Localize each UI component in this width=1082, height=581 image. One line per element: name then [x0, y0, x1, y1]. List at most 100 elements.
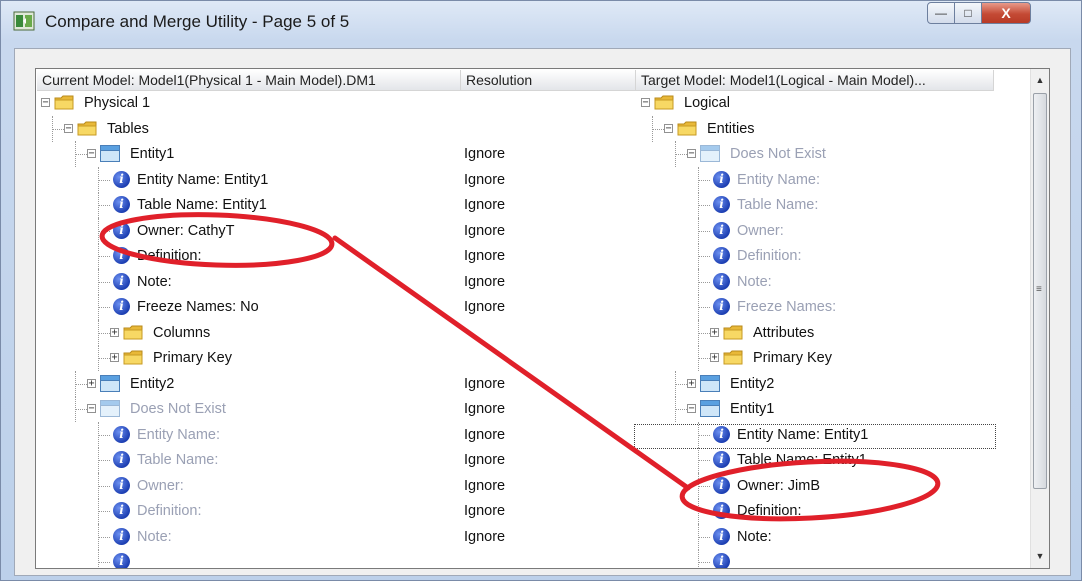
- tree-connector: [698, 447, 699, 473]
- right-tree-row[interactable]: + Entity2: [36, 370, 996, 397]
- right-tree-row[interactable]: + Attributes: [36, 319, 996, 346]
- folder-icon: [723, 350, 743, 365]
- tree-connector: [698, 256, 710, 257]
- right-tree-label: Note:: [737, 528, 772, 545]
- right-tree-row[interactable]: i Freeze Names:: [36, 294, 996, 320]
- right-tree-label: Table Name:: [737, 197, 819, 213]
- close-button[interactable]: X: [981, 2, 1031, 24]
- tree-connector: [698, 332, 710, 334]
- scroll-down-icon[interactable]: ▼: [1031, 547, 1049, 565]
- tree-connector: [675, 409, 687, 410]
- tree-connector: [698, 472, 699, 499]
- right-tree-label: Logical: [684, 95, 730, 111]
- scroll-up-icon[interactable]: ▲: [1031, 71, 1049, 89]
- scroll-grip-icon: ≡: [1036, 284, 1042, 295]
- expand-icon[interactable]: +: [710, 327, 719, 337]
- tree-connector: [698, 281, 710, 283]
- tree-connector: [698, 358, 710, 359]
- collapse-icon[interactable]: −: [641, 98, 650, 108]
- tree-connector: [698, 485, 710, 487]
- tree-connector: [698, 549, 699, 568]
- right-tree-row[interactable]: i: [36, 549, 996, 568]
- info-icon: i: [713, 553, 730, 568]
- tree-connector: [698, 205, 710, 206]
- right-tree-row[interactable]: + Primary Key: [36, 345, 996, 371]
- right-tree-row[interactable]: i Owner: JimB: [36, 472, 996, 499]
- folder-icon: [677, 121, 697, 136]
- right-tree-row[interactable]: − Entities: [36, 115, 996, 142]
- column-header-resolution[interactable]: Resolution: [461, 70, 636, 91]
- tree-connector: [675, 383, 687, 385]
- right-tree-row[interactable]: i Table Name:: [36, 192, 996, 218]
- right-tree-label: Entity1: [730, 401, 775, 417]
- right-tree-label: Does Not Exist: [730, 146, 826, 162]
- right-tree-row[interactable]: − Logical: [36, 90, 996, 116]
- right-tree-label: Definition:: [737, 503, 802, 519]
- right-tree-label: Owner:: [737, 222, 784, 239]
- tree-connector: [675, 370, 676, 397]
- expand-icon[interactable]: +: [687, 378, 696, 388]
- collapse-icon[interactable]: −: [687, 404, 696, 414]
- collapse-icon[interactable]: −: [687, 149, 696, 159]
- right-tree-label: Entity Name:: [737, 171, 820, 188]
- info-icon: i: [713, 298, 730, 315]
- folder-icon: [654, 95, 674, 110]
- column-header-current-model[interactable]: Current Model: Model1(Physical 1 - Main …: [37, 70, 461, 91]
- tree-connector: [652, 115, 653, 142]
- folder-icon: [723, 325, 743, 340]
- right-tree-row[interactable]: − Entity1: [36, 396, 996, 422]
- vertical-scrollbar[interactable]: ▲ ≡ ▼: [1030, 69, 1049, 568]
- right-tree-label: Primary Key: [753, 350, 832, 366]
- tree-connector: [675, 141, 676, 167]
- right-tree-label: Attributes: [753, 324, 815, 341]
- right-tree-label: Entity2: [730, 375, 775, 392]
- tree-connector: [698, 460, 710, 461]
- title-bar[interactable]: Compare and Merge Utility - Page 5 of 5 …: [1, 1, 1081, 45]
- tree-connector: [698, 498, 699, 524]
- tree-connector: [698, 307, 710, 308]
- info-icon: i: [713, 196, 730, 213]
- tree-connector: [698, 345, 699, 371]
- column-header-target-model[interactable]: Target Model: Model1(Logical - Main Mode…: [636, 70, 994, 91]
- right-tree-row[interactable]: i Owner:: [36, 217, 996, 244]
- tree-connector: [675, 396, 676, 422]
- app-icon: [13, 11, 35, 31]
- maximize-button[interactable]: □: [954, 2, 982, 24]
- tree-connector: [698, 319, 699, 346]
- minimize-button[interactable]: —: [927, 2, 955, 24]
- tree-connector: [698, 562, 710, 563]
- close-icon: X: [1001, 5, 1011, 21]
- table-icon: [700, 374, 720, 392]
- right-tree-row[interactable]: i Note:: [36, 268, 996, 295]
- right-tree-label: Table Name: Entity1: [737, 452, 867, 468]
- scroll-thumb[interactable]: ≡: [1033, 93, 1047, 489]
- info-icon: i: [713, 247, 730, 264]
- expand-icon[interactable]: +: [710, 353, 719, 363]
- right-tree-label: Owner: JimB: [737, 477, 820, 494]
- tree-connector: [698, 217, 699, 244]
- right-tree-row[interactable]: i Table Name: Entity1: [36, 447, 996, 473]
- right-tree-row[interactable]: − Does Not Exist: [36, 141, 996, 167]
- client-area: Current Model: Model1(Physical 1 - Main …: [14, 48, 1071, 576]
- tree-connector: [698, 179, 710, 181]
- collapse-icon[interactable]: −: [664, 123, 673, 133]
- right-tree-row[interactable]: i Note:: [36, 523, 996, 550]
- tree-connector: [698, 268, 699, 295]
- info-icon: i: [713, 527, 730, 545]
- right-tree-label: Definition:: [737, 248, 802, 264]
- info-icon: i: [713, 272, 730, 290]
- tree-connector: [698, 243, 699, 269]
- right-tree-row[interactable]: i Definition:: [36, 498, 996, 524]
- compare-merge-window: Compare and Merge Utility - Page 5 of 5 …: [0, 0, 1082, 581]
- tree-connector: [698, 536, 710, 538]
- window-title: Compare and Merge Utility - Page 5 of 5: [45, 12, 350, 31]
- table-icon: [700, 400, 720, 417]
- info-icon: i: [713, 451, 730, 468]
- right-tree-row[interactable]: i Entity Name:: [36, 166, 996, 193]
- right-tree-label: Entities: [707, 120, 755, 137]
- right-tree-label: Freeze Names:: [737, 299, 837, 315]
- right-tree-row[interactable]: i Definition:: [36, 243, 996, 269]
- minimize-icon: —: [935, 6, 947, 20]
- info-icon: i: [713, 502, 730, 519]
- compare-tree[interactable]: Current Model: Model1(Physical 1 - Main …: [35, 68, 1050, 569]
